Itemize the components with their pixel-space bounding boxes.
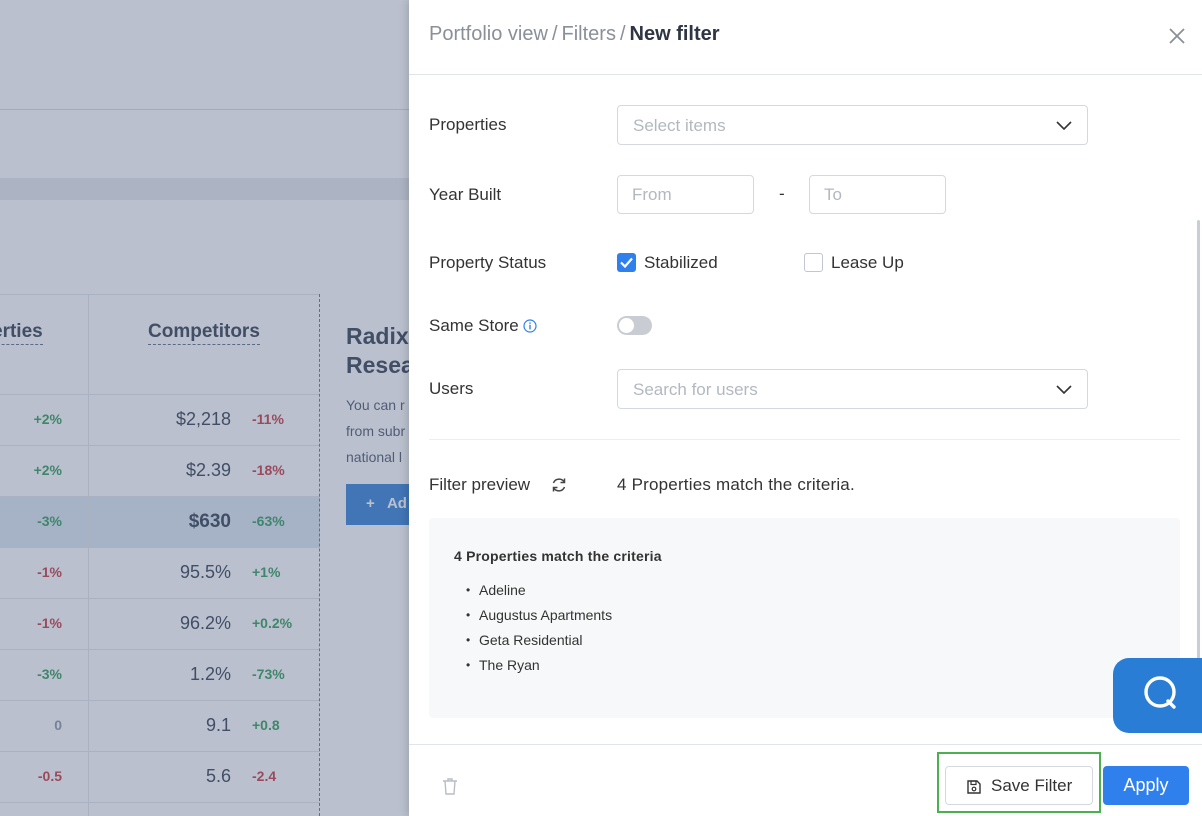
breadcrumb-separator: / bbox=[619, 23, 626, 45]
refresh-icon[interactable] bbox=[550, 476, 568, 494]
chevron-down-icon bbox=[1056, 385, 1072, 395]
modal-backdrop[interactable] bbox=[0, 0, 409, 816]
drawer-header: Portfolio view / Filters / New filter bbox=[409, 0, 1202, 75]
chat-icon bbox=[1144, 676, 1176, 709]
info-icon[interactable] bbox=[523, 319, 537, 333]
matched-properties-list: AdelineAugustus ApartmentsGeta Residenti… bbox=[466, 578, 612, 678]
year-built-label: Year Built bbox=[429, 185, 502, 204]
breadcrumb-current: New filter bbox=[629, 23, 720, 45]
lease-up-label[interactable]: Lease Up bbox=[831, 253, 904, 273]
breadcrumb-filters[interactable]: Filters bbox=[562, 23, 616, 45]
properties-placeholder: Select items bbox=[633, 116, 726, 135]
users-placeholder: Search for users bbox=[633, 380, 758, 399]
trash-icon[interactable] bbox=[442, 777, 458, 795]
breadcrumb-separator: / bbox=[551, 23, 558, 45]
drawer-scrollbar[interactable] bbox=[1197, 220, 1200, 716]
chevron-down-icon bbox=[1056, 121, 1072, 131]
drawer-footer: Save Filter Apply bbox=[409, 744, 1202, 816]
users-select[interactable]: Search for users bbox=[617, 369, 1088, 409]
filter-preview-box: 4 Properties match the criteria AdelineA… bbox=[429, 518, 1180, 718]
list-item: Geta Residential bbox=[466, 628, 612, 653]
list-item: Adeline bbox=[466, 578, 612, 603]
save-icon bbox=[967, 780, 981, 794]
list-item: Augustus Apartments bbox=[466, 603, 612, 628]
section-divider bbox=[429, 439, 1180, 440]
breadcrumb-portfolio-view[interactable]: Portfolio view bbox=[429, 23, 548, 45]
new-filter-drawer: Portfolio view / Filters / New filter Proper… bbox=[409, 0, 1202, 816]
year-to-input[interactable] bbox=[809, 175, 946, 214]
toggle-knob bbox=[619, 318, 634, 333]
save-filter-button[interactable]: Save Filter bbox=[945, 766, 1093, 805]
chat-launcher-button[interactable] bbox=[1113, 658, 1202, 733]
year-from-input[interactable] bbox=[617, 175, 754, 214]
filter-preview-label: Filter preview bbox=[429, 475, 531, 494]
property-status-label: Property Status bbox=[429, 253, 547, 272]
users-label: Users bbox=[429, 379, 474, 398]
same-store-label: Same Store bbox=[429, 316, 519, 335]
background-page: erties Competitors +2%$2,218-11%+2%$2.39… bbox=[0, 0, 409, 816]
match-summary: 4 Properties match the criteria. bbox=[617, 475, 855, 494]
close-icon[interactable] bbox=[1167, 26, 1187, 46]
properties-select[interactable]: Select items bbox=[617, 105, 1088, 145]
save-filter-label: Save Filter bbox=[991, 776, 1073, 795]
same-store-toggle[interactable] bbox=[617, 316, 652, 335]
preview-title: 4 Properties match the criteria bbox=[454, 548, 662, 564]
stabilized-checkbox[interactable] bbox=[617, 253, 636, 272]
check-icon bbox=[620, 257, 633, 269]
range-dash: - bbox=[779, 184, 785, 203]
lease-up-checkbox[interactable] bbox=[804, 253, 823, 272]
breadcrumb: Portfolio view / Filters / New filter bbox=[429, 23, 720, 46]
apply-button[interactable]: Apply bbox=[1103, 766, 1189, 805]
stabilized-label[interactable]: Stabilized bbox=[644, 253, 718, 273]
list-item: The Ryan bbox=[466, 653, 612, 678]
properties-label: Properties bbox=[429, 115, 507, 134]
